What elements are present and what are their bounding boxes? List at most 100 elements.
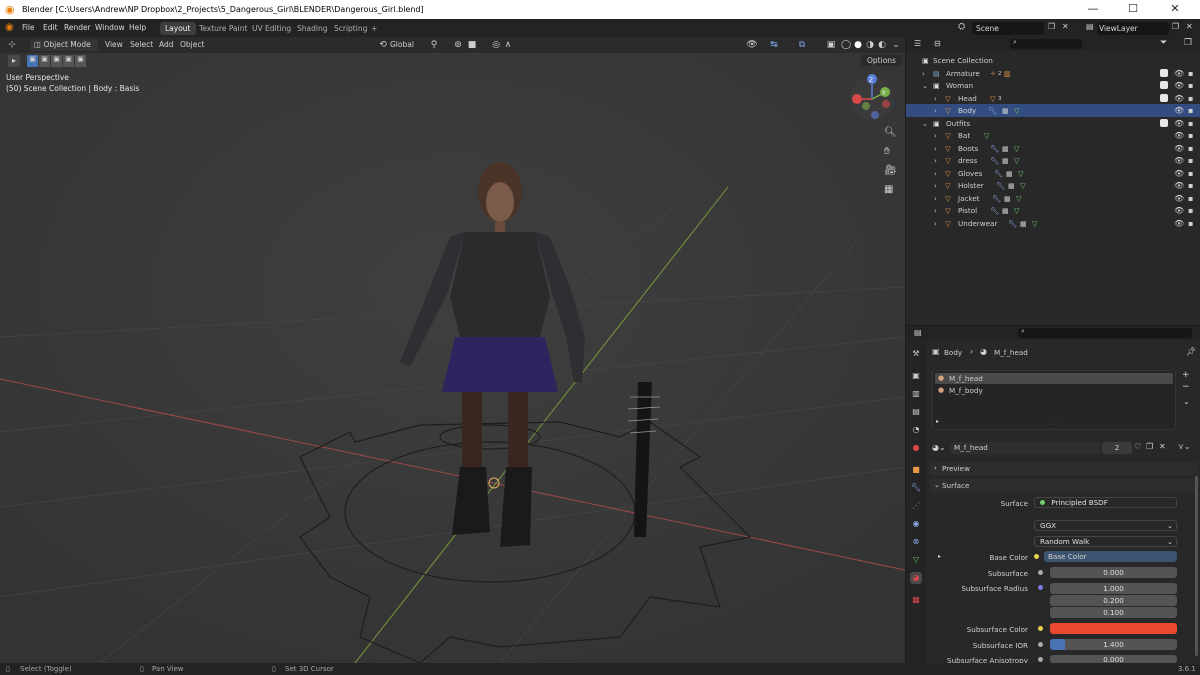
pivot-point-icon[interactable]: ⚲ [428, 39, 440, 51]
subsurface-ior-field[interactable]: 1.400 [1050, 639, 1177, 650]
outliner-row-bat[interactable]: › ▽ Bat ▽ 👁︎ ▪ [906, 129, 1200, 142]
select-intersect-icon[interactable]: ▣ [75, 55, 86, 67]
output-tab-icon[interactable]: ▥ [910, 388, 922, 400]
options-dropdown[interactable]: Options [861, 55, 902, 66]
outliner-row-underwear[interactable]: › ▽ Underwear 🔧︎ ▦ ▽ 👁︎ ▪ [906, 217, 1200, 230]
tool-active-icon[interactable]: ▸ [8, 55, 20, 67]
pan-hand-icon[interactable]: ✋︎ [884, 146, 890, 157]
world-tab-icon[interactable]: ● [910, 442, 922, 454]
menu-help[interactable]: Help [129, 23, 146, 32]
object-mode-dropdown[interactable]: ◫ Object Mode [30, 39, 98, 51]
exclude-checkbox[interactable] [1160, 81, 1168, 89]
visibility-eye-icon[interactable]: 👁︎ [1174, 131, 1184, 140]
visibility-eye-icon[interactable]: 👁︎ [1174, 181, 1184, 190]
visibility-eye-icon[interactable]: 👁︎ [1174, 219, 1184, 228]
fake-user-icon[interactable]: ♡ [1134, 442, 1141, 451]
render-camera-icon[interactable]: ▪ [1188, 206, 1193, 215]
exclude-checkbox[interactable] [1160, 93, 1168, 102]
snap-icon[interactable]: ⊚ [452, 39, 464, 51]
render-camera-icon[interactable]: ▪ [1188, 156, 1193, 165]
subsurface-method-dropdown[interactable]: Random Walk ⌄ [1034, 536, 1177, 547]
object-tab-icon[interactable]: ■ [910, 464, 922, 476]
wireframe-shading-icon[interactable]: ◯ [840, 39, 852, 51]
menu-render[interactable]: Render [64, 23, 91, 32]
render-camera-icon[interactable]: ▪ [1188, 144, 1193, 153]
falloff-icon[interactable]: ∧ [502, 39, 514, 51]
zoom-icon[interactable]: 🔍︎ [884, 127, 897, 138]
editor-type-icon[interactable]: ⊹ [6, 39, 18, 51]
browse-material-icon[interactable]: ◕⌄ [932, 443, 946, 452]
render-camera-icon[interactable]: ▪ [1188, 81, 1193, 90]
subsurface-ior-socket-icon[interactable] [1038, 642, 1043, 647]
blender-menu-icon[interactable]: ◉ [5, 22, 14, 33]
render-camera-icon[interactable]: ▪ [1188, 169, 1193, 178]
particles-tab-icon[interactable]: ⋰ [910, 500, 922, 512]
unlink-material-icon[interactable]: ✕ [1159, 442, 1166, 451]
subsurface-color-swatch[interactable] [1050, 623, 1177, 634]
visibility-eye-icon[interactable]: 👁︎ [1174, 81, 1184, 90]
close-button[interactable]: ✕ [1160, 2, 1190, 17]
viewlayer-icon[interactable]: ▤ [1086, 22, 1094, 31]
maximize-button[interactable]: ☐ [1118, 2, 1148, 17]
subsurface-radius-y-field[interactable]: 0.200 [1050, 595, 1177, 606]
list-play-icon[interactable]: ▸ [936, 418, 939, 425]
filter-icon[interactable]: ⏷ [1160, 38, 1167, 48]
properties-editor-icon[interactable]: ▤ [914, 328, 922, 337]
surface-shader-field[interactable]: Principled BSDF [1034, 497, 1177, 508]
overlay-toggle-icon[interactable]: ⧉ [796, 39, 808, 51]
outliner-row-boots[interactable]: › ▽ Boots 🔧︎ ▦ ▽ 👁︎ ▪ [906, 142, 1200, 155]
subsurface-anisotropy-socket-icon[interactable] [1038, 657, 1043, 662]
tab-layout[interactable]: Layout [160, 22, 196, 35]
outliner-row-head[interactable]: › ▽ Head ▽ 3 👁︎ ▪ [906, 92, 1200, 105]
xray-toggle-icon[interactable]: ▣ [825, 39, 837, 51]
slot-specials-icon[interactable]: ⌄ [1183, 397, 1190, 406]
expand-icon[interactable]: › [934, 156, 937, 165]
3d-viewport[interactable]: Z Y ⊹ ◫ Object Mode View Select Add Obje… [0, 37, 905, 663]
distribution-dropdown[interactable]: GGX ⌄ [1034, 520, 1177, 531]
menu-object[interactable]: Object [180, 40, 204, 49]
render-camera-icon[interactable]: ▪ [1188, 219, 1193, 228]
render-tab-icon[interactable]: ▣ [910, 370, 922, 382]
base-color-link-field[interactable]: Base Color [1044, 551, 1177, 562]
visibility-eye-icon[interactable]: 👁︎ [1174, 156, 1184, 165]
tab-texture-paint[interactable]: Texture Paint [194, 22, 252, 35]
shading-options-icon[interactable]: ⌄ [890, 39, 902, 51]
expand-icon[interactable]: › [934, 94, 937, 103]
scene-selector[interactable]: Scene [972, 22, 1044, 35]
subsurface-value-field[interactable]: 0.000 [1050, 567, 1177, 578]
add-slot-icon[interactable]: + [1182, 370, 1190, 380]
snap-target-icon[interactable]: ■ [466, 39, 478, 51]
expand-icon[interactable]: ⌄ [922, 119, 928, 128]
select-subtract-icon[interactable]: ▣ [51, 55, 62, 67]
select-new-icon[interactable]: ▣ [27, 55, 38, 67]
material-name-field[interactable]: M_f_head [950, 442, 1100, 454]
visibility-eye-icon[interactable]: 👁︎ [1174, 194, 1184, 203]
render-camera-icon[interactable]: ▪ [1188, 106, 1193, 115]
render-camera-icon[interactable]: ▪ [1188, 181, 1193, 190]
expand-icon[interactable]: › [934, 131, 937, 140]
outliner-row-scene-collection[interactable]: ▣ Scene Collection [906, 54, 1200, 67]
subsurface-anisotropy-field[interactable]: 0.000 [1050, 655, 1177, 664]
material-users-count[interactable]: 2 [1102, 442, 1132, 454]
menu-edit[interactable]: Edit [43, 23, 58, 32]
modifier-tab-icon[interactable]: 🔧︎ [910, 482, 922, 494]
solid-shading-icon[interactable]: ● [852, 39, 864, 51]
transform-orientation-label[interactable]: Global [390, 40, 414, 49]
expand-icon[interactable]: › [934, 144, 937, 153]
render-camera-icon[interactable]: ▪ [1188, 119, 1193, 128]
exclude-checkbox[interactable] [1160, 118, 1168, 127]
tab-shading[interactable]: Shading [292, 22, 332, 35]
menu-select[interactable]: Select [130, 40, 153, 49]
constraints-tab-icon[interactable]: ⊗ [910, 536, 922, 548]
visibility-eye-icon[interactable]: 👁︎ [1174, 119, 1184, 128]
subsurface-socket-icon[interactable] [1038, 570, 1043, 575]
tool-tab-icon[interactable]: ⚒ [910, 348, 922, 360]
material-slot-item[interactable]: ● M_f_head [935, 373, 1173, 384]
menu-add[interactable]: Add [159, 40, 174, 49]
material-slot-list[interactable]: ● M_f_head ● M_f_body ▸ ⋯ [932, 370, 1176, 430]
render-camera-icon[interactable]: ▪ [1188, 94, 1193, 103]
visibility-icon[interactable]: 👁 [746, 39, 758, 51]
physics-tab-icon[interactable]: ◉ [910, 518, 922, 530]
outliner-row-dress[interactable]: › ▽ dress 🔧︎ ▦ ▽ 👁︎ ▪ [906, 154, 1200, 167]
outliner-row-jacket[interactable]: › ▽ Jacket 🔧︎ ▦ ▽ 👁︎ ▪ [906, 192, 1200, 205]
